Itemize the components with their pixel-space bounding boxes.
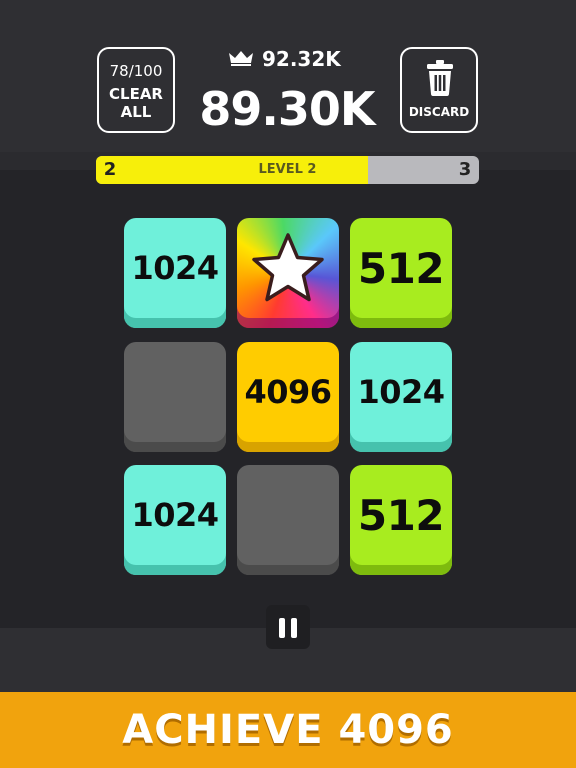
star-icon [252,233,324,302]
tile-512[interactable]: 512 [350,218,452,328]
tile-4096[interactable]: 4096 [237,342,339,452]
crown-icon [229,51,253,66]
achieve-banner: ACHIEVE 4096 [0,692,576,768]
empty-tile[interactable] [237,465,339,575]
best-score-value: 92.32K [262,47,341,71]
tile-1024[interactable]: 1024 [124,218,226,328]
tile-value: 1024 [357,373,445,411]
tile-value: 512 [357,490,445,540]
tile-value: 512 [357,243,445,293]
clear-count: 78/100 [109,62,163,80]
discard-label: DISCARD [408,105,470,119]
current-score: 89.30K [199,82,375,136]
best-score: 92.32K [220,46,360,72]
level-progress-bar: LEVEL 2 2 3 [96,156,479,184]
trash-icon [427,60,453,96]
level-label: LEVEL 2 [258,162,317,177]
tile-value: 1024 [131,249,219,287]
clear-all-button[interactable]: 78/100 CLEAR ALL [97,47,175,133]
tile-1024[interactable]: 1024 [124,465,226,575]
pause-button[interactable] [266,605,310,649]
star-tile[interactable] [237,218,339,328]
tile-512[interactable]: 512 [350,465,452,575]
empty-tile[interactable] [124,342,226,452]
level-next-number: 3 [458,159,472,180]
discard-button[interactable]: DISCARD [400,47,478,133]
tile-1024[interactable]: 1024 [350,342,452,452]
clear-all-label: CLEAR ALL [109,85,163,121]
tile-value: 1024 [131,496,219,534]
level-start-number: 2 [103,159,117,180]
tile-value: 4096 [244,373,332,411]
game-board[interactable]: 1024 512 4096 1024 1024 512 [124,218,452,578]
